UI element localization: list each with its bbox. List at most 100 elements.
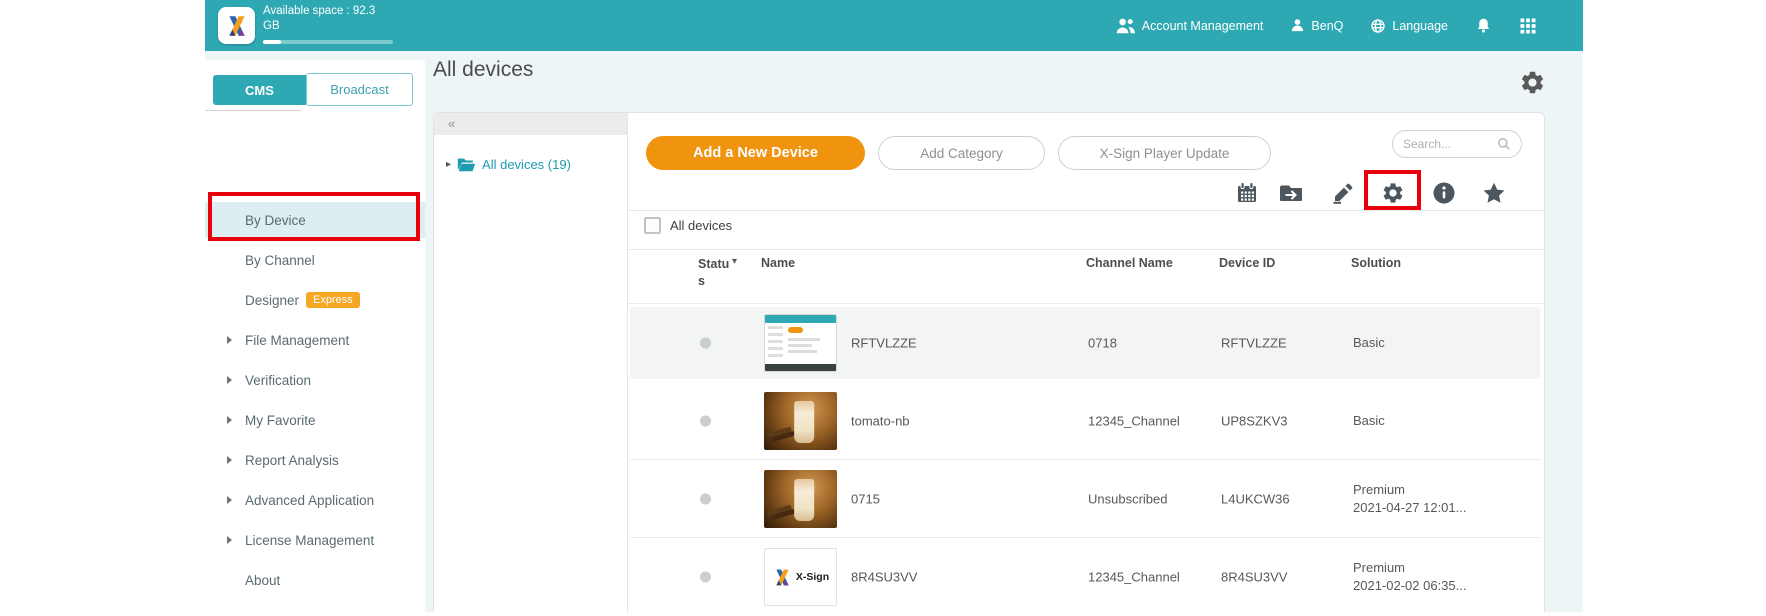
solution-expiry: 2021-04-27 12:01... — [1353, 499, 1523, 517]
solution-type: Premium — [1353, 559, 1523, 577]
status-dot — [700, 493, 711, 504]
sidebar-item-advanced-application[interactable]: Advanced Application — [205, 482, 425, 518]
sidebar-item-label: Designer — [245, 293, 299, 308]
add-category-button[interactable]: Add Category — [878, 136, 1045, 170]
sidebar-item-designer[interactable]: Designer Express — [205, 282, 425, 318]
add-new-device-button[interactable]: Add a New Device — [646, 136, 865, 170]
sidebar-item-label: By Channel — [245, 253, 315, 268]
user-name-label: BenQ — [1311, 19, 1343, 33]
gear-icon — [1381, 181, 1405, 205]
sidebar-item-report-analysis[interactable]: Report Analysis — [205, 442, 425, 478]
page-settings-button[interactable] — [1519, 69, 1546, 96]
sidebar-item-label: By Device — [245, 213, 306, 228]
storage-progress-bar — [263, 40, 393, 44]
expand-arrow-icon — [227, 376, 232, 384]
thumbnail-detail — [765, 315, 836, 323]
status-dot — [700, 415, 711, 426]
solution-type: Basic — [1353, 335, 1385, 350]
xsign-logo-icon — [772, 567, 793, 588]
favorite-button[interactable] — [1482, 181, 1506, 205]
info-button[interactable] — [1432, 181, 1456, 205]
device-id: UP8SZKV3 — [1221, 413, 1287, 428]
sidebar-item-about[interactable]: About — [205, 562, 425, 598]
divider — [205, 110, 301, 111]
device-id: 8R4SU3VV — [1221, 570, 1287, 585]
available-space-unit: GB — [263, 19, 375, 34]
folder-open-icon — [457, 157, 476, 172]
info-icon — [1432, 181, 1456, 205]
user-menu[interactable]: BenQ — [1290, 18, 1343, 33]
top-bar: Available space : 92.3 GB Account Manage… — [205, 0, 1583, 51]
device-id: L4UKCW36 — [1221, 491, 1290, 506]
express-badge: Express — [306, 292, 360, 308]
channel-name: 0718 — [1088, 336, 1117, 351]
device-list-pane: Add a New Device Add Category X-Sign Pla… — [628, 113, 1544, 612]
sidebar-item-label: Advanced Application — [245, 493, 374, 508]
star-icon — [1482, 181, 1506, 205]
sidebar-item-label: Report Analysis — [245, 453, 339, 468]
bell-icon — [1475, 17, 1492, 34]
sidebar-item-label: About — [245, 573, 280, 588]
language-menu[interactable]: Language — [1370, 18, 1448, 34]
sidebar: CMS Broadcast By Device By Channel Desig… — [205, 60, 425, 612]
category-tree-pane: « ▸ All devices (19) — [434, 113, 628, 612]
tab-cms[interactable]: CMS — [213, 75, 306, 105]
collapse-icon[interactable]: « — [448, 116, 455, 131]
select-all-checkbox[interactable] — [644, 217, 661, 234]
thumbnail-detail — [788, 327, 803, 333]
sidebar-item-my-favorite[interactable]: My Favorite — [205, 402, 425, 438]
sidebar-item-license-management[interactable]: License Management — [205, 522, 425, 558]
device-settings-button[interactable] — [1381, 181, 1405, 205]
tree-item-all-devices[interactable]: ▸ All devices (19) — [446, 157, 571, 172]
edit-button[interactable] — [1331, 181, 1355, 205]
status-dot — [700, 572, 711, 583]
thumbnail-detail — [765, 364, 836, 371]
sidebar-item-by-channel[interactable]: By Channel — [205, 242, 425, 278]
status-dot — [700, 338, 711, 349]
device-name: tomato-nb — [851, 413, 910, 428]
tree-collapse-bar[interactable]: « — [434, 113, 627, 135]
table-row[interactable]: tomato-nb 12345_Channel UP8SZKV3 Basic — [630, 382, 1540, 460]
expand-arrow-icon — [227, 496, 232, 504]
column-header-solution: Solution — [1351, 256, 1401, 270]
table-row[interactable]: 0715 Unsubscribed L4UKCW36 Premium 2021-… — [630, 460, 1540, 538]
device-name: RFTVLZZE — [851, 336, 917, 351]
xsign-logo[interactable] — [218, 7, 255, 44]
search-icon[interactable] — [1497, 137, 1511, 151]
storage-progress-fill — [263, 40, 281, 44]
tree-item-label: All devices (19) — [482, 157, 571, 172]
sidebar-item-by-device[interactable]: By Device — [205, 202, 425, 238]
table-row[interactable]: X-Sign 8R4SU3VV 12345_Channel 8R4SU3VV P… — [630, 538, 1540, 616]
tree-expand-icon[interactable]: ▸ — [446, 159, 451, 170]
solution-cell: Premium 2021-04-27 12:01... — [1353, 481, 1523, 517]
table-row[interactable]: RFTVLZZE 0718 RFTVLZZE Basic — [630, 307, 1540, 379]
account-management-label: Account Management — [1142, 19, 1264, 33]
status-sort-icon[interactable]: ▾ — [732, 256, 737, 267]
account-management-link[interactable]: Account Management — [1115, 18, 1264, 34]
thumbnail-detail — [788, 338, 820, 341]
solution-cell: Basic — [1353, 412, 1523, 430]
device-thumbnail — [764, 314, 837, 372]
xsign-logo-icon — [224, 13, 250, 39]
sidebar-item-file-management[interactable]: File Management — [205, 322, 425, 358]
device-table-body: RFTVLZZE 0718 RFTVLZZE Basic tomato-nb 1… — [628, 303, 1544, 304]
gear-icon — [1519, 69, 1546, 96]
search-input[interactable] — [1403, 137, 1491, 151]
sidebar-item-verification[interactable]: Verification — [205, 362, 425, 398]
column-header-status[interactable]: Status — [698, 256, 732, 290]
player-update-button[interactable]: X-Sign Player Update — [1058, 136, 1271, 170]
divider — [628, 210, 1544, 211]
column-header-name: Name — [761, 256, 795, 270]
notifications-button[interactable] — [1475, 17, 1492, 34]
column-header-device-id: Device ID — [1219, 256, 1275, 270]
tab-broadcast[interactable]: Broadcast — [306, 73, 413, 106]
sidebar-item-label: My Favorite — [245, 413, 316, 428]
expand-arrow-icon — [227, 536, 232, 544]
apps-grid-button[interactable] — [1519, 17, 1537, 35]
schedule-button[interactable] — [1235, 181, 1259, 205]
move-to-category-button[interactable] — [1279, 181, 1303, 205]
solution-type: Premium — [1353, 481, 1523, 499]
expand-arrow-icon — [227, 336, 232, 344]
expand-arrow-icon — [227, 456, 232, 464]
channel-name: 12345_Channel — [1088, 413, 1180, 428]
